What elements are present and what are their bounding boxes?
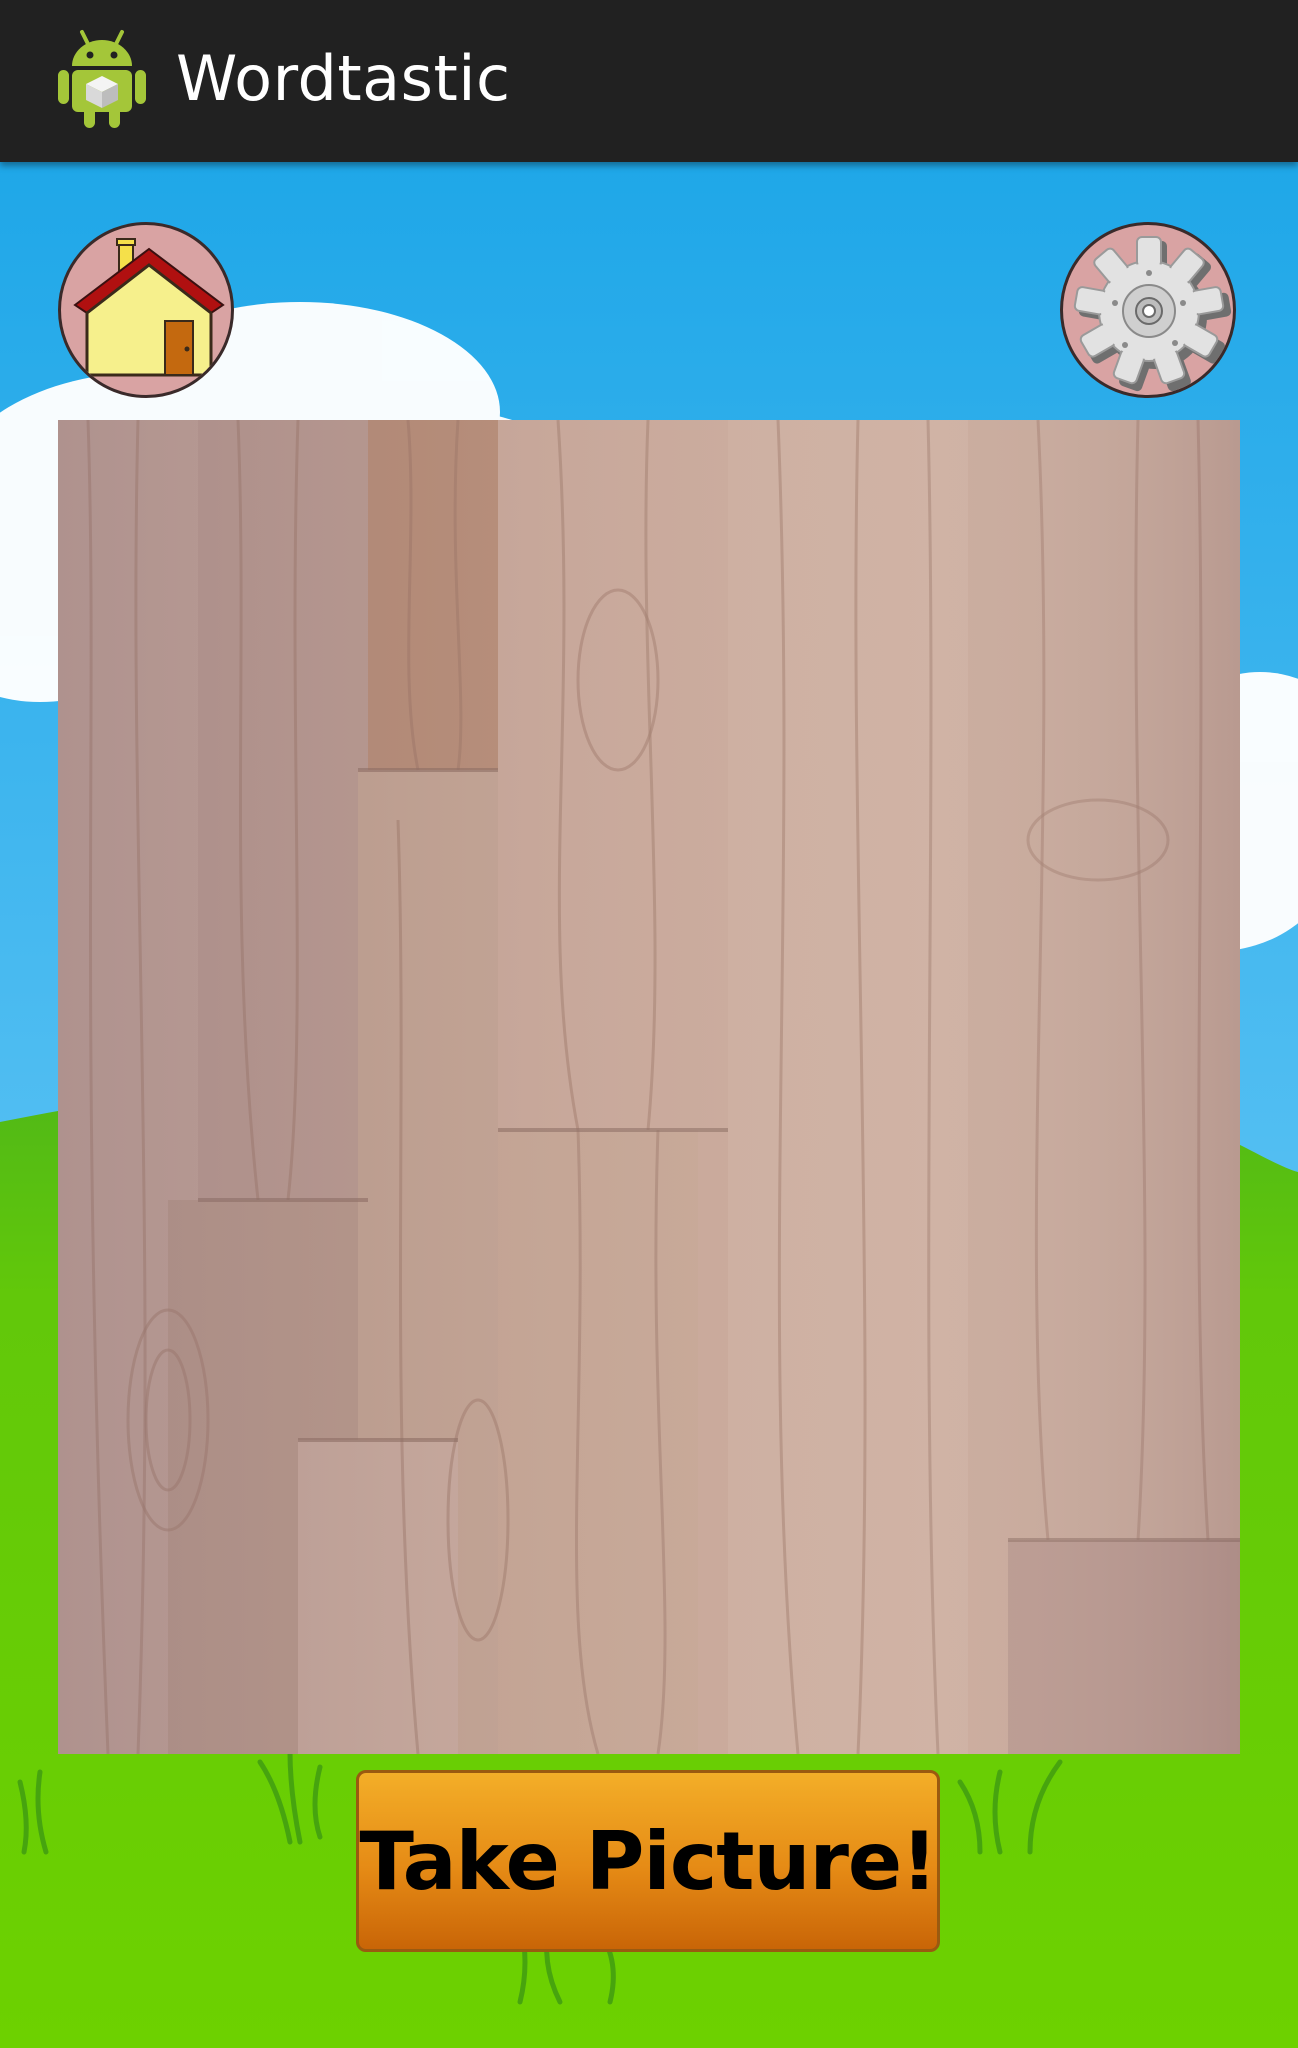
action-bar: Wordtastic — [0, 0, 1298, 162]
take-picture-button[interactable]: Take Picture! — [356, 1770, 940, 1952]
app-title: Wordtastic — [176, 42, 511, 115]
take-picture-label: Take Picture! — [359, 1814, 937, 1908]
home-button[interactable] — [58, 222, 234, 398]
camera-preview — [58, 420, 1240, 1754]
gear-icon — [1073, 236, 1232, 392]
android-robot-icon — [58, 30, 146, 128]
wood-floor-image — [58, 420, 1240, 1754]
home-icon — [73, 238, 225, 377]
settings-button[interactable] — [1060, 222, 1236, 398]
